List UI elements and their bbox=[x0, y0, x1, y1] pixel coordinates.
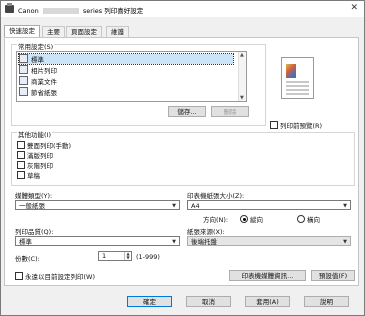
paper-source-label: 紙張來源(X): bbox=[187, 228, 225, 236]
preview-photo bbox=[286, 64, 296, 78]
list-item-label: 相片列印 bbox=[31, 67, 57, 75]
spin-arrows-icon[interactable]: ▲ ▼ bbox=[124, 252, 131, 260]
scroll-down-icon[interactable]: ▼ bbox=[240, 95, 244, 101]
help-button[interactable]: 說明 bbox=[304, 296, 349, 307]
copies-value: 1 bbox=[102, 252, 107, 260]
additional-features-label: 其他功能(I) bbox=[17, 129, 52, 139]
select-value: 後端托盤 bbox=[191, 238, 217, 246]
copies-spinbox[interactable]: 1 ▲ ▼ bbox=[98, 251, 132, 261]
defaults-button[interactable]: 預設值(F) bbox=[311, 270, 355, 281]
preview-text-line bbox=[286, 85, 309, 87]
checkbox-label: 滿版列印 bbox=[27, 152, 53, 160]
common-settings-list[interactable]: 標準 相片列印 商業文件 節省紙張 ▲ ▼ bbox=[16, 51, 247, 102]
title-suffix: series 列印喜好設定 bbox=[82, 7, 144, 15]
document-icon bbox=[19, 54, 28, 63]
redacted-model-name bbox=[42, 8, 79, 14]
close-icon[interactable]: ✕ bbox=[350, 3, 358, 13]
checkbox-label: 永遠以目前設定列印(W) bbox=[25, 273, 95, 281]
paper-source-select[interactable]: 後端托盤 ▼ bbox=[187, 236, 351, 246]
list-item[interactable]: 節省紙張 bbox=[19, 87, 233, 97]
checkbox-box[interactable] bbox=[17, 141, 25, 149]
print-quality-label: 列印品質(Q): bbox=[15, 228, 54, 236]
preview-text-line bbox=[286, 93, 309, 95]
scroll-up-icon[interactable]: ▲ bbox=[240, 52, 244, 58]
photo-icon bbox=[19, 65, 28, 74]
title-bar: Canon series 列印喜好設定 ✕ bbox=[1, 1, 364, 17]
checkbox-label: 列印前預覽(R) bbox=[280, 122, 323, 130]
chevron-down-icon: ▼ bbox=[172, 203, 176, 209]
select-value: 一般紙張 bbox=[19, 202, 45, 210]
checkbox-label: 雙面列印(手動) bbox=[27, 142, 72, 150]
checkbox-box[interactable] bbox=[17, 151, 25, 159]
cancel-button[interactable]: 取消 bbox=[186, 296, 231, 307]
printer-icon bbox=[5, 3, 14, 13]
window-title: Canon series 列印喜好設定 bbox=[18, 5, 143, 15]
print-quality-select[interactable]: 標準 ▼ bbox=[15, 236, 180, 246]
grayscale-checkbox[interactable]: 灰階列印 bbox=[17, 160, 53, 170]
select-value: 標準 bbox=[19, 238, 32, 246]
draft-checkbox[interactable]: 草稿 bbox=[17, 170, 40, 180]
ok-button[interactable]: 確定 bbox=[127, 296, 172, 307]
copies-label: 份數(C): bbox=[15, 255, 40, 263]
checkbox-box[interactable] bbox=[17, 171, 25, 179]
paper-size-label: 印表機紙張大小(Z): bbox=[187, 192, 245, 200]
preview-before-print-checkbox[interactable]: 列印前預覽(R) bbox=[270, 120, 322, 130]
list-item[interactable]: 標準 bbox=[18, 53, 234, 65]
apply-button[interactable]: 套用(A) bbox=[245, 296, 290, 307]
select-value: A4 bbox=[191, 202, 200, 210]
portrait-radio[interactable]: 縱向 bbox=[240, 214, 263, 224]
list-item[interactable]: 商業文件 bbox=[19, 76, 233, 86]
quick-setup-panel: 常用設定(S) 標準 相片列印 商業文件 節省紙張 ▲ ▼ 儲存... 刪除 列… bbox=[4, 37, 359, 286]
radio-label: 縱向 bbox=[250, 216, 263, 224]
paper-size-select[interactable]: A4 ▼ bbox=[187, 200, 351, 210]
list-item-label: 標準 bbox=[31, 56, 44, 64]
chevron-down-icon: ▼ bbox=[343, 239, 347, 245]
save-button[interactable]: 儲存... bbox=[168, 106, 206, 117]
list-item-label: 商業文件 bbox=[31, 78, 57, 86]
app-name: Canon bbox=[18, 7, 39, 15]
landscape-radio[interactable]: 橫向 bbox=[297, 214, 320, 224]
checkbox-label: 灰階列印 bbox=[27, 162, 53, 170]
checkbox-box[interactable] bbox=[17, 161, 25, 169]
radio-dot[interactable] bbox=[297, 215, 305, 223]
chevron-down-icon: ▼ bbox=[172, 239, 176, 245]
common-settings-label: 常用設定(S) bbox=[17, 41, 55, 51]
checkbox-box[interactable] bbox=[15, 272, 23, 280]
orientation-label: 方向(N): bbox=[203, 216, 229, 224]
business-document-icon bbox=[19, 76, 28, 85]
always-print-current-checkbox[interactable]: 永遠以目前設定列印(W) bbox=[15, 271, 95, 281]
list-scrollbar[interactable]: ▲ ▼ bbox=[238, 52, 246, 101]
list-item[interactable]: 相片列印 bbox=[19, 65, 233, 75]
delete-button[interactable]: 刪除 bbox=[211, 106, 249, 117]
media-type-label: 媒體類型(Y): bbox=[15, 192, 53, 200]
list-item-label: 節省紙張 bbox=[31, 89, 57, 97]
media-type-select[interactable]: 一般紙張 ▼ bbox=[15, 200, 180, 210]
borderless-checkbox[interactable]: 滿版列印 bbox=[17, 150, 53, 160]
printing-preferences-window: Canon series 列印喜好設定 ✕ 快速設定 主要 頁面設定 維護 常用… bbox=[0, 0, 365, 316]
copies-range: (1-999) bbox=[136, 253, 160, 261]
checkbox-label: 草稿 bbox=[27, 172, 40, 180]
page-preview-image bbox=[281, 57, 314, 99]
paper-saving-icon bbox=[19, 87, 28, 96]
radio-dot[interactable] bbox=[240, 215, 248, 223]
radio-label: 橫向 bbox=[307, 216, 320, 224]
manual-duplex-checkbox[interactable]: 雙面列印(手動) bbox=[17, 140, 71, 150]
preview-text-line bbox=[286, 89, 309, 91]
printer-media-info-button[interactable]: 印表機媒體資訊... bbox=[229, 270, 306, 281]
chevron-down-icon: ▼ bbox=[343, 203, 347, 209]
checkbox-box[interactable] bbox=[270, 121, 278, 129]
preview-text-line bbox=[286, 81, 309, 83]
